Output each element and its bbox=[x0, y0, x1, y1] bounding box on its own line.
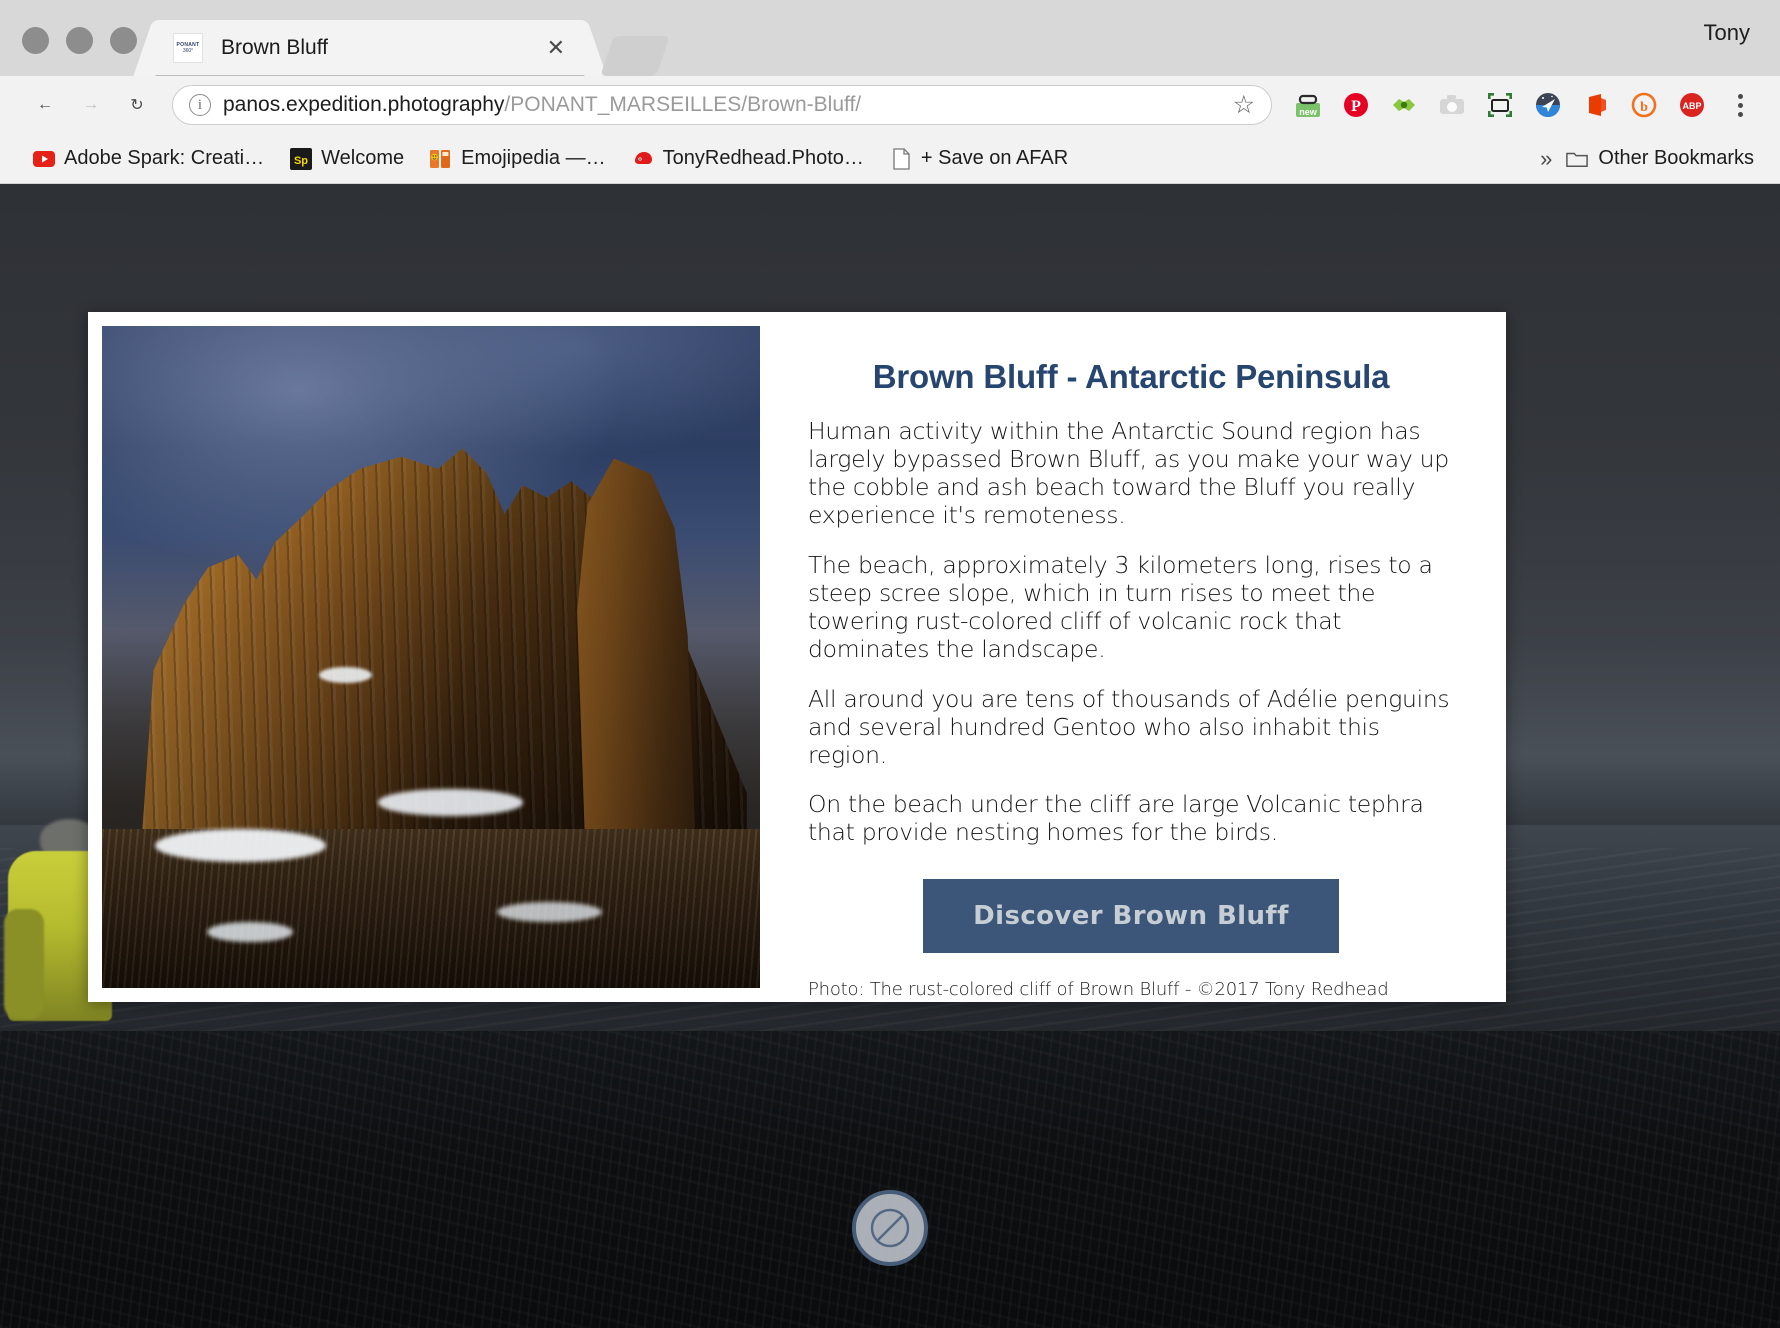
svg-text:new: new bbox=[1299, 107, 1318, 117]
svg-text:ABP: ABP bbox=[1682, 101, 1701, 111]
page-title: Brown Bluff - Antarctic Peninsula bbox=[872, 358, 1390, 395]
panorama-viewer[interactable]: Brown Bluff - Antarctic Peninsula Human … bbox=[0, 184, 1780, 1328]
other-bookmarks-button[interactable]: Other Bookmarks bbox=[1566, 147, 1760, 170]
paragraph-1: Human activity within the Antarctic Soun… bbox=[808, 417, 1449, 529]
bookmark-item[interactable]: Sp Welcome bbox=[277, 140, 417, 178]
discover-brown-bluff-button[interactable]: Discover Brown Bluff bbox=[923, 879, 1339, 954]
site-info-icon[interactable]: i bbox=[189, 94, 211, 116]
address-bar[interactable]: i panos.expedition.photography/PONANT_MA… bbox=[172, 85, 1272, 125]
tonyredhead-icon bbox=[632, 148, 654, 170]
new-tab-manager-icon[interactable]: new bbox=[1286, 83, 1330, 127]
bookmark-label: Emojipedia —… bbox=[461, 147, 606, 169]
profile-name[interactable]: Tony bbox=[1704, 20, 1750, 46]
window-controls[interactable] bbox=[0, 27, 137, 76]
tab-strip: PONANT 360° Brown Bluff ✕ Tony bbox=[0, 0, 1780, 76]
fullpage-capture-icon[interactable] bbox=[1478, 83, 1522, 127]
bookmark-label: Welcome bbox=[321, 147, 405, 169]
url-path: /PONANT_MARSEILLES/Brown-Bluff/ bbox=[504, 93, 862, 116]
bookmark-item[interactable]: TonyRedhead.Photo… bbox=[619, 140, 877, 178]
microsoft-office-icon[interactable] bbox=[1574, 83, 1618, 127]
page-icon bbox=[890, 147, 912, 170]
back-icon[interactable]: ← bbox=[22, 82, 68, 128]
paragraph-2: The beach, approximately 3 kilometers lo… bbox=[808, 550, 1433, 663]
adobe-spark-icon: Sp bbox=[290, 147, 313, 170]
bookmarks-bar: Adobe Spark: Creati… Sp Welcome Emojiped… bbox=[0, 134, 1780, 184]
browser-window: PONANT 360° Brown Bluff ✕ Tony ← → ↻ i p… bbox=[0, 0, 1780, 1328]
bookmark-item[interactable]: Emojipedia —… bbox=[417, 140, 619, 178]
no-entry-icon[interactable] bbox=[852, 1190, 928, 1266]
pocket-navigator-icon[interactable] bbox=[1526, 83, 1570, 127]
info-card: Brown Bluff - Antarctic Peninsula Human … bbox=[88, 312, 1506, 1002]
paragraph-4: On the beach under the cliff are large V… bbox=[808, 790, 1424, 847]
minimize-window-button[interactable] bbox=[66, 27, 93, 54]
bookmark-item[interactable]: Adobe Spark: Creati… bbox=[20, 140, 277, 178]
bookmark-star-icon[interactable]: ☆ bbox=[1233, 90, 1255, 120]
maximize-window-button[interactable] bbox=[110, 27, 137, 54]
new-tab-button[interactable] bbox=[600, 36, 670, 76]
extension-icons: new P b ABP bbox=[1286, 83, 1714, 127]
adblock-plus-icon[interactable]: ABP bbox=[1670, 83, 1714, 127]
close-window-button[interactable] bbox=[22, 27, 49, 54]
forward-icon: → bbox=[83, 96, 99, 113]
brown-bluff-photo bbox=[102, 326, 760, 988]
favicon-line2: 360° bbox=[182, 48, 194, 54]
url-host: panos.expedition.photography bbox=[223, 93, 505, 116]
hootsuite-icon[interactable]: b bbox=[1622, 83, 1666, 127]
chrome-menu-icon[interactable] bbox=[1722, 83, 1758, 127]
youtube-icon bbox=[33, 148, 55, 170]
bookmark-label: + Save on AFAR bbox=[920, 147, 1069, 169]
evernote-web-clipper-icon[interactable] bbox=[1382, 83, 1426, 127]
browser-toolbar: ← → ↻ i panos.expedition.photography/PON… bbox=[0, 76, 1780, 134]
photo-credit: Photo: The rust-colored cliff of Brown B… bbox=[808, 979, 1389, 1001]
screenshot-camera-icon[interactable] bbox=[1430, 83, 1474, 127]
svg-text:Sp: Sp bbox=[294, 155, 308, 167]
folder-icon bbox=[1566, 148, 1589, 170]
tab-favicon: PONANT 360° bbox=[173, 33, 203, 63]
no-entry-glyph bbox=[870, 1208, 910, 1248]
reload-icon[interactable]: ↻ bbox=[114, 82, 160, 128]
svg-text:P: P bbox=[1351, 98, 1361, 115]
bookmark-label: Adobe Spark: Creati… bbox=[64, 147, 265, 169]
browser-tab[interactable]: PONANT 360° Brown Bluff ✕ bbox=[155, 20, 585, 76]
pinterest-icon[interactable]: P bbox=[1334, 83, 1378, 127]
bookmarks-overflow-icon[interactable]: » bbox=[1526, 146, 1566, 172]
emojipedia-icon bbox=[430, 148, 452, 170]
other-bookmarks-label: Other Bookmarks bbox=[1598, 147, 1754, 169]
card-photo-container bbox=[88, 312, 760, 1002]
paragraph-3: All around you are tens of thousands of … bbox=[808, 684, 1450, 769]
close-tab-icon[interactable]: ✕ bbox=[541, 35, 571, 61]
bookmark-item[interactable]: + Save on AFAR bbox=[877, 140, 1081, 178]
card-text-column: Brown Bluff - Antarctic Peninsula Human … bbox=[760, 312, 1506, 1002]
bookmark-label: TonyRedhead.Photo… bbox=[662, 147, 864, 169]
beach-layer bbox=[0, 1030, 1780, 1328]
svg-text:b: b bbox=[1640, 100, 1648, 115]
tab-title: Brown Bluff bbox=[221, 36, 328, 59]
url-text[interactable]: panos.expedition.photography/PONANT_MARS… bbox=[223, 93, 1223, 117]
